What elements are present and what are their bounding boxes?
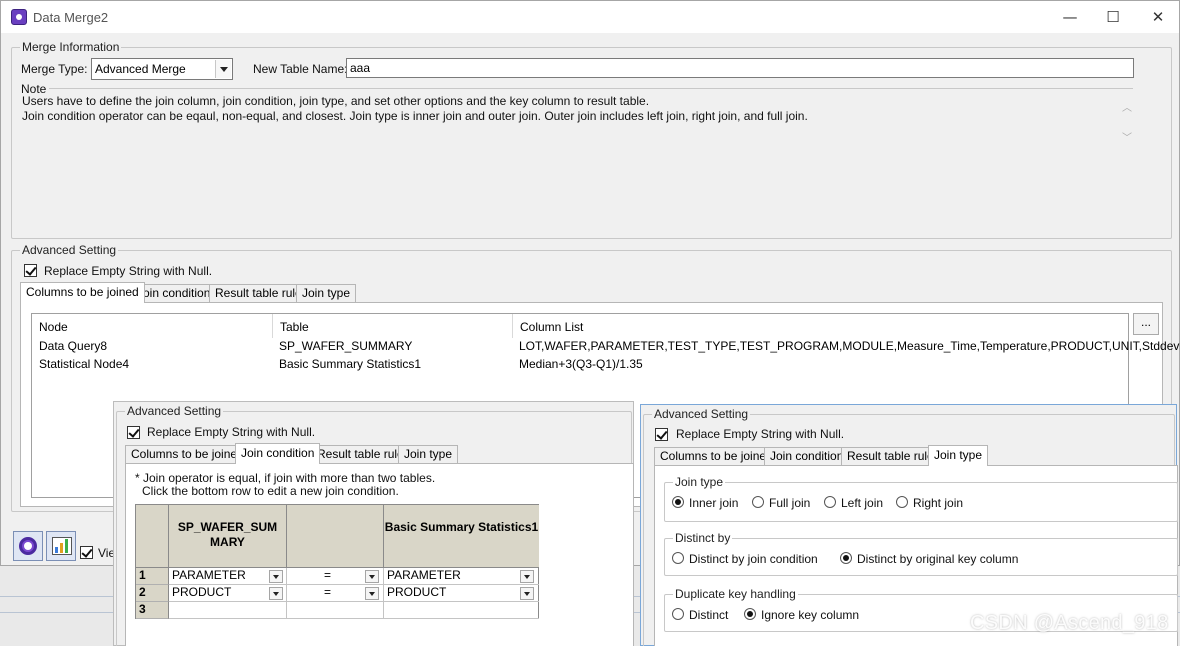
duplicate-key-legend: Duplicate key handling bbox=[673, 587, 798, 601]
inner-join-radio[interactable] bbox=[672, 496, 684, 508]
grid-corner-header bbox=[136, 505, 169, 568]
new-table-name-label: New Table Name: bbox=[253, 62, 348, 76]
tab-join-type[interactable]: Join type bbox=[296, 284, 357, 302]
chevron-down-icon[interactable] bbox=[520, 570, 534, 583]
grid-cell-operator[interactable] bbox=[287, 602, 384, 619]
tab-columns-to-be-joined[interactable]: Columns to be joined bbox=[20, 282, 145, 303]
title-bar: Data Merge2 — ☐ ✕ bbox=[1, 1, 1179, 33]
app-gear-icon bbox=[11, 9, 27, 25]
jc-advanced-setting-legend: Advanced Setting bbox=[125, 404, 224, 418]
jc-tab-join-type[interactable]: Join type bbox=[398, 445, 459, 463]
grid-header-right-table[interactable]: Basic Summary Statistics1 bbox=[384, 505, 539, 568]
distinct-by-original-key-radio[interactable] bbox=[840, 552, 852, 564]
browse-columns-button[interactable]: ... bbox=[1133, 313, 1159, 335]
distinct-by-join-condition-label: Distinct by join condition bbox=[689, 552, 818, 566]
row-node[interactable]: Data Query8 bbox=[39, 339, 107, 353]
grid-cell-right-column[interactable] bbox=[384, 602, 539, 619]
row-columns[interactable]: Median+3(Q3-Q1)/1.35 bbox=[519, 357, 643, 371]
chevron-down-icon[interactable] bbox=[215, 60, 231, 78]
jt-tab-join-type[interactable]: Join type bbox=[928, 445, 989, 466]
note-line: Users have to define the join column, jo… bbox=[22, 94, 650, 108]
maximize-button[interactable]: ☐ bbox=[1090, 5, 1136, 29]
jt-replace-null-label: Replace Empty String with Null. bbox=[676, 427, 845, 441]
note-line: Join condition operator can be eqaul, no… bbox=[22, 109, 808, 123]
chevron-down-icon[interactable] bbox=[365, 587, 379, 600]
join-type-screenshot-pane: Advanced Setting Replace Empty String wi… bbox=[640, 404, 1178, 646]
merge-type-select[interactable]: Advanced Merge bbox=[91, 58, 233, 80]
scroll-up-icon[interactable]: ︿ bbox=[1122, 99, 1132, 114]
jt-advanced-setting-legend: Advanced Setting bbox=[652, 407, 751, 421]
join-condition-screenshot-pane: Advanced Setting Replace Empty String wi… bbox=[113, 401, 634, 646]
distinct-by-legend: Distinct by bbox=[673, 531, 733, 545]
row-node[interactable]: Statistical Node4 bbox=[39, 357, 129, 371]
row-table[interactable]: SP_WAFER_SUMMARY bbox=[279, 339, 412, 353]
chevron-down-icon[interactable] bbox=[365, 570, 379, 583]
new-table-name-input[interactable]: aaa bbox=[346, 58, 1134, 78]
row-table[interactable]: Basic Summary Statistics1 bbox=[279, 357, 421, 371]
gear-icon bbox=[19, 537, 37, 555]
left-join-label: Left join bbox=[841, 496, 884, 510]
jc-tab-join-condition[interactable]: Join condition bbox=[235, 443, 321, 464]
replace-null-label: Replace Empty String with Null. bbox=[44, 264, 213, 278]
chevron-down-icon[interactable] bbox=[520, 587, 534, 600]
ignore-key-column-label: Ignore key column bbox=[761, 608, 860, 622]
grid-cell-right-column[interactable]: PRODUCT bbox=[384, 585, 539, 602]
distinct-by-original-key-label: Distinct by original key column bbox=[857, 552, 1019, 566]
grid-cell-right-column[interactable]: PARAMETER bbox=[384, 568, 539, 585]
join-type-legend: Join type bbox=[673, 475, 726, 489]
chevron-down-icon[interactable] bbox=[269, 570, 283, 583]
jt-tab-result-table-rule[interactable]: Result table rule bbox=[841, 447, 940, 465]
tab-result-table-rule[interactable]: Result table rule bbox=[209, 284, 308, 302]
close-button[interactable]: ✕ bbox=[1135, 5, 1180, 29]
column-header-node[interactable]: Node bbox=[32, 314, 273, 338]
jc-tab-columns-to-be-joined[interactable]: Columns to be joined bbox=[125, 445, 250, 463]
jc-replace-null-checkbox[interactable] bbox=[127, 426, 140, 439]
grid-header-left-table[interactable]: SP_WAFER_SUM MARY bbox=[169, 505, 287, 568]
scroll-down-icon[interactable]: ﹀ bbox=[1122, 129, 1132, 144]
watermark-text: CSDN @Ascend_918 bbox=[970, 612, 1169, 634]
grid-row-number: 1 bbox=[136, 568, 169, 585]
jc-replace-null-label: Replace Empty String with Null. bbox=[147, 425, 316, 439]
jt-tab-columns-to-be-joined[interactable]: Columns to be joined bbox=[654, 447, 779, 465]
minimize-button[interactable]: — bbox=[1047, 5, 1093, 29]
full-join-label: Full join bbox=[769, 496, 811, 510]
join-condition-grid[interactable]: SP_WAFER_SUM MARY Basic Summary Statisti… bbox=[135, 504, 539, 619]
window-title: Data Merge2 bbox=[33, 10, 109, 25]
grid-row-number: 2 bbox=[136, 585, 169, 602]
new-table-name-value: aaa bbox=[350, 61, 371, 75]
grid-cell-left-column[interactable] bbox=[169, 602, 287, 619]
view-checkbox[interactable] bbox=[80, 546, 93, 559]
merge-information-legend: Merge Information bbox=[20, 40, 122, 54]
grid-row-number: 3 bbox=[136, 602, 169, 619]
grid-header-operator[interactable] bbox=[287, 505, 384, 568]
column-header-column-list[interactable]: Column List bbox=[513, 314, 1130, 338]
right-join-label: Right join bbox=[913, 496, 964, 510]
column-header-table[interactable]: Table bbox=[273, 314, 513, 338]
jc-tab-result-table-rule[interactable]: Result table rule bbox=[311, 445, 410, 463]
distinct-by-join-condition-radio[interactable] bbox=[672, 552, 684, 564]
merge-type-label: Merge Type: bbox=[21, 62, 88, 76]
replace-null-checkbox[interactable] bbox=[24, 264, 37, 277]
note-text-area: Users have to define the join column, jo… bbox=[11, 94, 1133, 146]
jt-tab-join-condition[interactable]: Join condition bbox=[764, 447, 850, 465]
row-columns[interactable]: LOT,WAFER,PARAMETER,TEST_TYPE,TEST_PROGR… bbox=[519, 339, 1179, 353]
full-join-radio[interactable] bbox=[752, 496, 764, 508]
bar-chart-icon bbox=[52, 537, 72, 555]
ignore-key-column-radio[interactable] bbox=[744, 608, 756, 620]
jc-hint-line: Click the bottom row to edit a new join … bbox=[142, 484, 399, 498]
chevron-down-icon[interactable] bbox=[269, 587, 283, 600]
jt-replace-null-checkbox[interactable] bbox=[655, 428, 668, 441]
advanced-setting-legend: Advanced Setting bbox=[20, 243, 119, 257]
right-join-radio[interactable] bbox=[896, 496, 908, 508]
merge-type-value: Advanced Merge bbox=[95, 62, 186, 76]
chart-view-button[interactable] bbox=[46, 531, 76, 561]
left-join-radio[interactable] bbox=[824, 496, 836, 508]
jc-hint-line: * Join operator is equal, if join with m… bbox=[135, 471, 436, 485]
distinct-radio[interactable] bbox=[672, 608, 684, 620]
settings-gear-button[interactable] bbox=[13, 531, 43, 561]
inner-join-label: Inner join bbox=[689, 496, 739, 510]
distinct-label: Distinct bbox=[689, 608, 729, 622]
note-divider bbox=[49, 88, 1133, 89]
